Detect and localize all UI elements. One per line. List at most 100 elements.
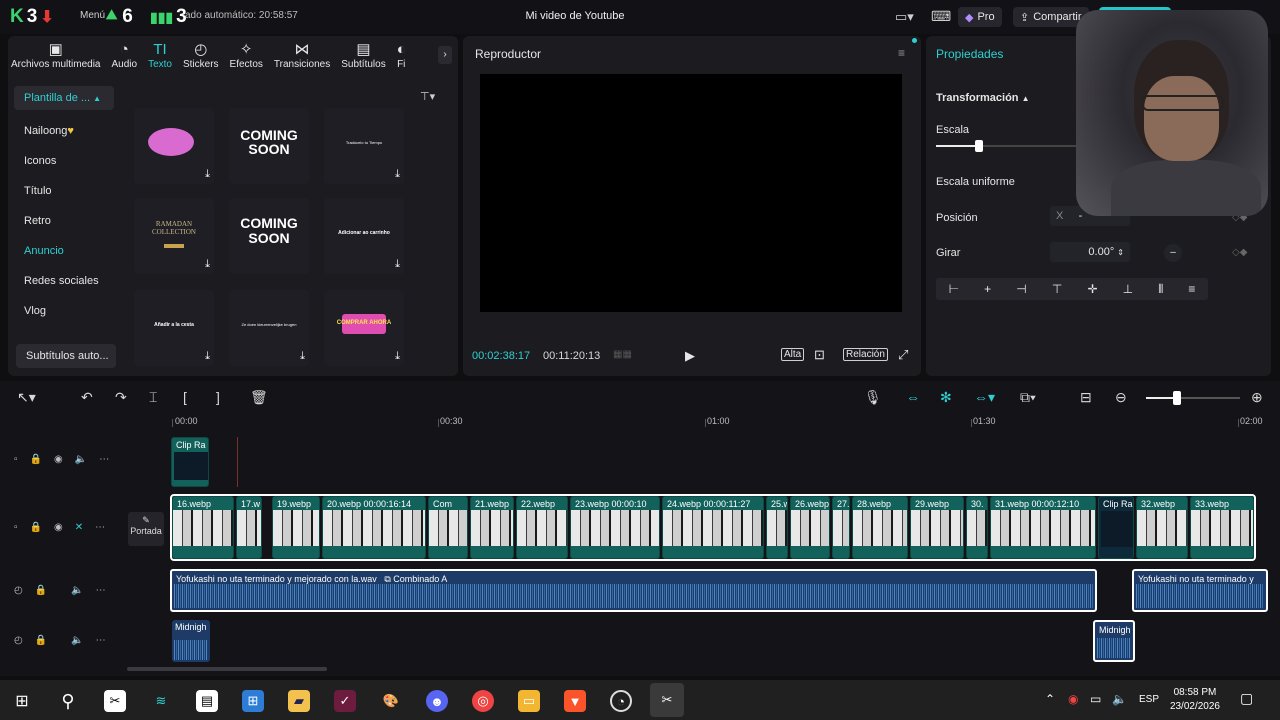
track-thumb-icon[interactable]: ▫ bbox=[14, 454, 18, 465]
more-icon[interactable]: ⋯ bbox=[96, 585, 106, 596]
zoom-fit-icon[interactable]: ⊡ bbox=[814, 347, 825, 363]
align-left-icon[interactable]: ⊢ bbox=[949, 282, 959, 296]
template-tile[interactable]: ⤓ bbox=[134, 108, 214, 184]
preview-axis-icon[interactable]: ⧉▾ bbox=[1020, 389, 1036, 406]
more-icon[interactable]: ⋯ bbox=[99, 454, 109, 465]
store-icon[interactable]: ⊞ bbox=[242, 690, 264, 712]
microphone-icon[interactable]: 🎙 bbox=[864, 389, 882, 406]
windows-start-icon[interactable]: ⊞ bbox=[11, 690, 33, 712]
track-thumb-icon[interactable]: ▫ bbox=[14, 522, 18, 533]
media-app-icon[interactable]: ✓ bbox=[334, 690, 356, 712]
template-tile[interactable]: Ze doen kleurrenvelijke brugen ⤓ bbox=[229, 290, 309, 366]
video-clip[interactable]: 24.webp 00:00:11:27 bbox=[662, 496, 764, 559]
audio-clip-main[interactable]: Yofukashi no uta terminado y mejorado co… bbox=[170, 569, 1097, 612]
audio-track-icon[interactable]: ◴ bbox=[14, 585, 23, 596]
tab-texto[interactable]: TI Texto bbox=[145, 36, 175, 70]
fit-timeline-icon[interactable]: ⊟ bbox=[1080, 389, 1092, 406]
notification-icon[interactable]: ▢ bbox=[1240, 690, 1253, 707]
audio-track-icon[interactable]: ◴ bbox=[14, 635, 23, 646]
align-top-icon[interactable]: ⊤ bbox=[1052, 282, 1062, 296]
chevron-right-icon[interactable]: › bbox=[438, 46, 452, 64]
template-tile[interactable]: Tradúcelo tu Tiempo ⤓ bbox=[324, 108, 404, 184]
timeline-zoom-slider[interactable] bbox=[1146, 391, 1240, 405]
split-icon[interactable]: ⌶ bbox=[149, 389, 157, 406]
capcut-active-icon[interactable]: ✂ bbox=[650, 683, 684, 717]
video-clip[interactable]: 23.webp 00:00:10 bbox=[570, 496, 660, 559]
volume-icon[interactable]: 🔈 bbox=[71, 585, 83, 596]
playhead[interactable] bbox=[237, 437, 238, 487]
keyboard-icon[interactable]: ⌨ bbox=[931, 8, 951, 25]
category-nailoong[interactable]: Nailoong♥ bbox=[14, 116, 114, 146]
rotate-dial-icon[interactable]: – bbox=[1164, 244, 1182, 262]
download-icon[interactable]: ⤓ bbox=[205, 168, 210, 181]
stepper-icon[interactable]: ⇕ bbox=[1117, 248, 1124, 257]
category-anuncio[interactable]: Anuncio bbox=[14, 236, 114, 266]
video-clip[interactable]: 20.webp 00:00:16:14 bbox=[322, 496, 426, 559]
video-clip[interactable]: 27. bbox=[832, 496, 850, 559]
video-clip[interactable]: Clip Ra bbox=[1098, 496, 1134, 559]
template-tile[interactable]: COMPRAR AHORA ⤓ bbox=[324, 290, 404, 366]
align-center-v-icon[interactable]: ✛ bbox=[1087, 282, 1097, 296]
category-redes-sociales[interactable]: Redes sociales bbox=[14, 266, 114, 296]
zoom-in-icon[interactable]: ⊕ bbox=[1251, 389, 1263, 406]
align-bottom-icon[interactable]: ⊥ bbox=[1123, 282, 1133, 296]
video-clip[interactable]: 26.webp bbox=[790, 496, 830, 559]
filter-sort-icon[interactable]: ⊤▾ bbox=[420, 90, 435, 103]
app-wave-icon[interactable]: ≋ bbox=[150, 690, 172, 712]
category-retro[interactable]: Retro bbox=[14, 206, 114, 236]
play-icon[interactable]: ▶ bbox=[685, 348, 695, 364]
more-icon[interactable]: ⋯ bbox=[96, 635, 106, 646]
file-app-icon[interactable]: ▰ bbox=[288, 690, 310, 712]
transform-section[interactable]: Transformación ▲ bbox=[936, 92, 1030, 104]
tab-filtros[interactable]: ◐ Fi bbox=[394, 36, 409, 70]
tray-app-icon[interactable]: ◉ bbox=[1068, 692, 1078, 706]
rotate-field[interactable]: 0.00° ⇕ bbox=[1050, 242, 1130, 262]
brave-icon[interactable]: ▼ bbox=[564, 690, 586, 712]
video-clip[interactable]: 19.webp bbox=[272, 496, 320, 559]
align-right-icon[interactable]: ⊣ bbox=[1016, 282, 1026, 296]
audio-clip-main-2[interactable]: Yofukashi no uta terminado y bbox=[1132, 569, 1268, 612]
grid-icon[interactable]: ▦▦ bbox=[613, 349, 632, 360]
lock-icon[interactable]: 🔒 bbox=[30, 454, 42, 465]
video-clip[interactable]: 25.webp bbox=[766, 496, 788, 559]
auto-snap-icon[interactable]: ✻ bbox=[940, 389, 952, 406]
keyframe-icon[interactable]: ◇◆ bbox=[1232, 247, 1247, 258]
capcut-icon[interactable]: ✂ bbox=[104, 690, 126, 712]
layout-icon[interactable]: ▭▾ bbox=[895, 9, 914, 25]
discord-icon[interactable]: ☻ bbox=[426, 690, 448, 712]
menu-icon[interactable]: ≡ bbox=[898, 46, 905, 60]
video-clip[interactable]: 33.webp bbox=[1190, 496, 1254, 559]
undo-icon[interactable]: ↶ bbox=[81, 389, 93, 406]
audio-clip-midnight-2[interactable]: Midnigh bbox=[1093, 620, 1135, 662]
split-right-icon[interactable]: ] bbox=[216, 389, 220, 405]
timeline-scrollbar[interactable] bbox=[127, 667, 327, 671]
video-clip[interactable]: 31.webp 00:00:12:10 bbox=[990, 496, 1096, 559]
more-icon[interactable]: ⋯ bbox=[95, 522, 105, 533]
lock-icon[interactable]: 🔒 bbox=[35, 585, 47, 596]
fullscreen-icon[interactable]: ⤢ bbox=[898, 347, 908, 363]
category-iconos[interactable]: Iconos bbox=[14, 146, 114, 176]
preview-screen[interactable] bbox=[480, 74, 902, 312]
volume-icon[interactable]: 🔈 bbox=[71, 635, 83, 646]
tab-audio[interactable]: ◔ Audio bbox=[108, 36, 140, 70]
link-main-icon[interactable]: ⇔ bbox=[906, 389, 920, 405]
align-center-h-icon[interactable]: + bbox=[984, 282, 991, 296]
video-clip[interactable]: 30. bbox=[966, 496, 988, 559]
search-icon[interactable]: ⚲ bbox=[57, 690, 79, 712]
chrome-icon[interactable]: ◎ bbox=[472, 690, 494, 712]
tab-efectos[interactable]: ✧ Efectos bbox=[227, 36, 266, 70]
tray-chevron-icon[interactable]: ⌃ bbox=[1045, 692, 1055, 706]
lock-icon[interactable]: 🔒 bbox=[30, 522, 42, 533]
eye-icon[interactable]: ◉ bbox=[54, 454, 63, 465]
volume-muted-icon[interactable]: ✕ bbox=[75, 522, 83, 533]
select-cursor-icon[interactable]: ↖▾ bbox=[17, 389, 36, 406]
tab-subtitulos[interactable]: ▤ Subtítulos bbox=[338, 36, 388, 70]
volume-icon[interactable]: 🔈 bbox=[75, 454, 87, 465]
language-indicator[interactable]: ESP bbox=[1139, 694, 1159, 705]
video-clip[interactable]: 21.webp bbox=[470, 496, 514, 559]
video-clip[interactable]: 22.webp bbox=[516, 496, 568, 559]
clock[interactable]: 08:58 PM 23/02/2026 bbox=[1170, 686, 1220, 714]
zoom-slider-knob[interactable] bbox=[1173, 391, 1182, 405]
cover-button[interactable]: ✎ Portada bbox=[128, 512, 164, 546]
paint-icon[interactable]: 🎨 bbox=[380, 690, 402, 712]
